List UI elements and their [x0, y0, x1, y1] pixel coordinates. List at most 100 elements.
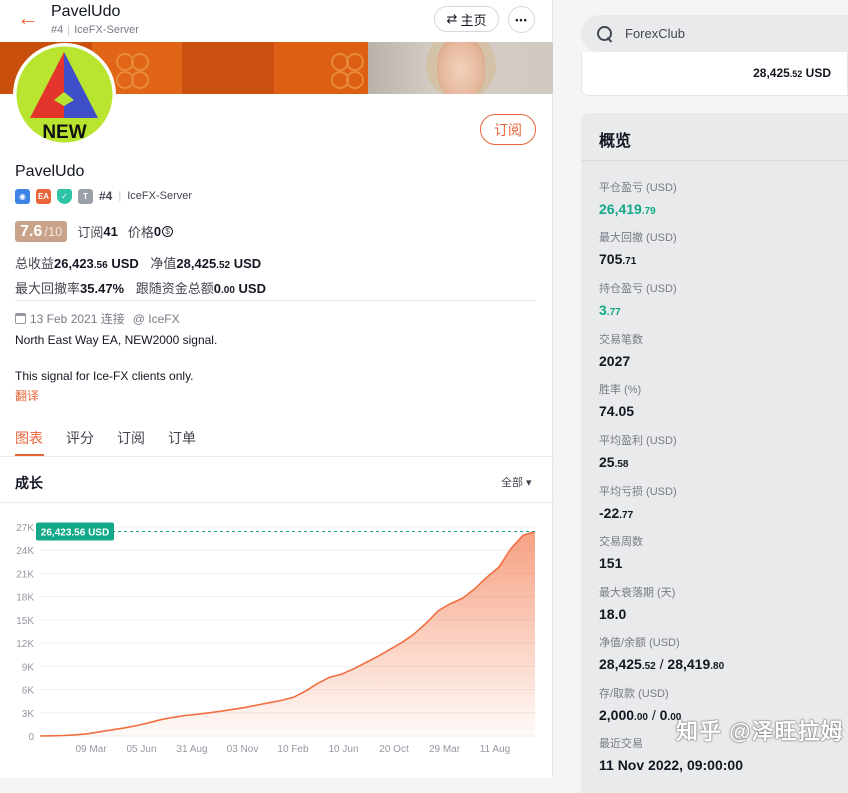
overview-item-label: 最大衰落期 (天) — [599, 587, 676, 599]
growth-chart: 27K 24K 21K 18K 15K 12K 9K 6K 3K 0 09 Mar 05 Jun 31 … — [16, 522, 536, 755]
x-tick-label: 20 Oct — [379, 744, 409, 755]
y-tick-label: 0 — [28, 732, 34, 743]
overview-item: 平均亏损 (USD) -22.77 — [599, 483, 677, 521]
tab-bar: 图表 评分 订阅 订单 — [0, 425, 553, 457]
search-icon — [597, 25, 613, 42]
shield-check-icon: ✓ — [57, 188, 72, 204]
growth-area — [40, 531, 535, 736]
connected-date: 13 Feb 2021 连接 — [30, 312, 125, 326]
overview-item-value: 28,425.52 / 28,419.80 — [599, 656, 725, 672]
equity-card: 28,425.52 USD — [581, 52, 848, 96]
overview-item-label: 平均亏损 (USD) — [599, 486, 677, 498]
rating-badge: 7.6 /10 — [15, 221, 68, 242]
current-value-label: 26,423.56 USD — [41, 527, 109, 538]
rating-value: 7.6 — [20, 223, 43, 240]
tab-rating[interactable]: 评分 — [66, 428, 94, 448]
price-label: 价格 — [127, 225, 154, 240]
overview-item: 平均盈利 (USD) 25.58 — [599, 432, 677, 470]
profit-row: 总收益26,423.56 USD 净值28,425.52 USD — [15, 253, 261, 272]
overview-item: 最大回撤 (USD) 705.71 — [599, 229, 677, 267]
y-tick-label: 21K — [16, 569, 34, 580]
banner-face — [437, 42, 485, 94]
overview-item: 最大衰落期 (天) 18.0 — [599, 584, 675, 622]
overview-item-label: 最大回撤 (USD) — [599, 232, 677, 244]
y-tick-label: 18K — [16, 593, 34, 604]
overview-title: 概览 — [599, 133, 632, 150]
ea-badge: EA — [36, 188, 51, 204]
rating-row: 7.6 /10 订阅 41 价格 0 $ — [15, 221, 174, 242]
subscribers-value: 41 — [103, 224, 118, 239]
translate-link[interactable]: 翻译 — [15, 387, 39, 404]
follow-funds-label: 跟随资金总额 — [135, 281, 214, 296]
profile-name: PavelUdo — [15, 163, 85, 180]
topbar-title: PavelUdo — [51, 3, 121, 20]
overview-item-value: -22.77 — [599, 505, 634, 521]
overview-item-value: 151 — [599, 555, 623, 571]
overview-item-value: 25.58 — [599, 454, 629, 470]
overview-item-label: 净值/余额 (USD) — [599, 637, 680, 649]
tab-subscribe[interactable]: 订阅 — [117, 428, 145, 448]
overview-item-value: 11 Nov 2022, 09:00:00 — [599, 757, 743, 773]
y-tick-label: 3K — [22, 709, 35, 720]
total-profit-value: 26,423.56 USD — [54, 256, 139, 271]
equity-label: 净值 — [150, 256, 177, 271]
growth-title: 成长 — [15, 475, 43, 491]
equity-card-value: 28,425.52 USD — [753, 66, 831, 80]
tab-chart[interactable]: 图表 — [15, 428, 43, 448]
topbar-rank: #4 — [51, 24, 64, 36]
y-tick-label: 15K — [16, 616, 34, 627]
overview-item-value: 18.0 — [599, 606, 627, 622]
y-tick-label: 6K — [22, 686, 35, 697]
x-tick-label: 09 Mar — [75, 744, 107, 755]
overview-item-label: 交易笔数 — [599, 334, 643, 346]
overview-panel: 概览 平仓盈亏 (USD) 26,419.79 最大回撤 (USD) 705.71 持仓… — [581, 113, 848, 793]
subscribe-button[interactable]: 订阅 — [480, 114, 536, 145]
home-button[interactable]: ⇄ 主页 — [434, 6, 499, 32]
equity-value: 28,425.52 USD — [176, 256, 262, 271]
topbar-server: IceFX-Server — [74, 24, 139, 36]
overview-item-value: 26,419.79 — [599, 201, 656, 217]
total-profit-label: 总收益 — [15, 256, 55, 271]
back-arrow-icon[interactable]: ← — [17, 6, 39, 30]
overview-item-value: 2027 — [599, 353, 631, 369]
overview-item-value: 2,000.00 / 0.00 — [599, 707, 682, 723]
y-tick-label: 12K — [16, 639, 34, 650]
server-label: IceFX-Server — [127, 190, 193, 202]
overview-item: 交易周数 151 — [599, 533, 643, 571]
swap-icon: ⇄ — [446, 11, 458, 26]
overview-item-label: 交易周数 — [599, 536, 643, 548]
overview-item-label: 持仓盈亏 (USD) — [599, 283, 677, 295]
topbar-subtitle: #4 | IceFX-Server — [51, 24, 139, 36]
description-line-1: North East Way EA, NEW2000 signal. — [15, 333, 218, 347]
more-dots-icon: ••• — [515, 14, 528, 25]
coin-icon: $ — [162, 226, 174, 237]
x-tick-label: 29 Mar — [429, 744, 461, 755]
x-tick-label: 10 Jun — [328, 744, 358, 755]
y-tick-label: 9K — [22, 662, 35, 673]
overview-item: 平仓盈亏 (USD) 26,419.79 — [599, 179, 677, 217]
avatar-text: NEW — [42, 122, 86, 143]
globe-icon: ◉ — [15, 188, 30, 204]
tab-orders[interactable]: 订单 — [168, 428, 196, 448]
overview-item-value: 74.05 — [599, 403, 635, 419]
x-tick-label: 11 Aug — [480, 744, 510, 755]
follow-funds-value: 0.00 USD — [213, 281, 266, 296]
more-options-button[interactable]: ••• — [508, 6, 535, 33]
range-filter-dropdown[interactable]: 全部 ▾ — [501, 474, 532, 490]
avatar: NEW — [13, 43, 116, 146]
overview-item: 交易笔数 2027 — [599, 331, 643, 369]
search-bar[interactable] — [581, 15, 848, 52]
x-tick-label: 31 Aug — [176, 744, 207, 755]
badge-row: ◉ EA ✓ T #4 | IceFX-Server — [15, 188, 192, 204]
overview-item-label: 平均盈利 (USD) — [599, 435, 677, 447]
overview-item: 胜率 (%) 74.05 — [599, 381, 641, 419]
x-tick-label: 10 Feb — [277, 744, 309, 755]
overview-item: 存/取款 (USD) 2,000.00 / 0.00 — [599, 685, 681, 723]
subscribe-label: 订阅 — [494, 121, 522, 138]
max-drawdown-label: 最大回撤率 — [15, 281, 81, 296]
signal-panel: ← PavelUdo #4 | IceFX-Server ⇄ 主页 ••• NE… — [0, 0, 553, 778]
overview-item: 净值/余额 (USD) 28,425.52 / 28,419.80 — [599, 634, 724, 672]
search-input[interactable] — [625, 26, 825, 41]
y-tick-label: 24K — [16, 546, 34, 557]
broker-link[interactable]: @ IceFX — [133, 312, 180, 326]
